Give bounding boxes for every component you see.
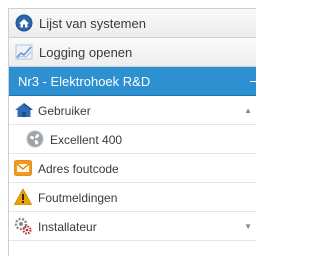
selected-system-item[interactable]: Nr3 - Elektrohoek R&D bbox=[9, 67, 256, 96]
house-icon bbox=[14, 102, 33, 120]
system-list-button[interactable]: Lijst van systemen bbox=[9, 9, 256, 38]
error-messages-menu-item[interactable]: Foutmeldingen bbox=[9, 183, 256, 212]
scroll-down-arrow[interactable]: ▼ bbox=[244, 222, 252, 231]
user-menu-item[interactable]: Gebruiker ▲ bbox=[9, 96, 256, 125]
gears-icon bbox=[14, 217, 32, 235]
chart-icon bbox=[15, 43, 33, 61]
installer-menu-item[interactable]: Installateur ▼ bbox=[9, 212, 256, 241]
device-menu-item[interactable]: Excellent 400 bbox=[9, 125, 256, 154]
mail-icon bbox=[14, 159, 32, 177]
selected-system-label: Nr3 - Elektrohoek R&D bbox=[18, 74, 151, 89]
scroll-up-arrow[interactable]: ▲ bbox=[244, 106, 252, 115]
warning-icon bbox=[14, 188, 32, 206]
error-messages-label: Foutmeldingen bbox=[38, 191, 118, 205]
collapse-indicator bbox=[250, 81, 256, 82]
address-error-menu-item[interactable]: Adres foutcode bbox=[9, 154, 256, 183]
fan-icon bbox=[26, 130, 44, 148]
logging-button[interactable]: Logging openen bbox=[9, 38, 256, 67]
app-frame: Lijst van systemen Logging openen Nr3 - … bbox=[0, 0, 256, 256]
user-label: Gebruiker bbox=[38, 104, 91, 118]
address-error-label: Adres foutcode bbox=[38, 162, 119, 176]
system-list-label: Lijst van systemen bbox=[39, 16, 146, 31]
device-label: Excellent 400 bbox=[50, 133, 123, 147]
installer-label: Installateur bbox=[38, 220, 97, 234]
system-menu-panel: Lijst van systemen Logging openen Nr3 - … bbox=[8, 8, 256, 256]
logging-label: Logging openen bbox=[39, 45, 133, 60]
home-icon bbox=[15, 14, 33, 32]
